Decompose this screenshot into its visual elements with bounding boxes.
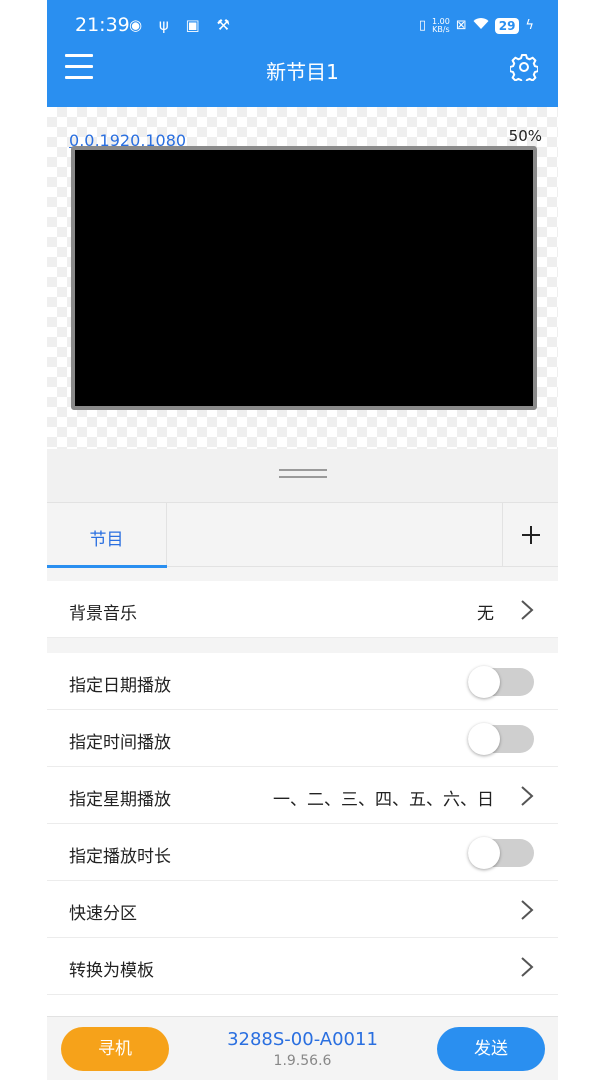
page-title: 新节目1 [266,60,339,84]
chevron-right-icon [521,786,534,806]
battery-indicator: 29 [494,17,520,34]
notification-icons: ◉ ψ ▣ ⚒ [129,16,236,34]
duration-play-row: 指定播放时长 [47,824,558,881]
chevron-right-icon [521,900,534,920]
quick-partition-row[interactable]: 快速分区 [47,881,558,938]
convert-template-row[interactable]: 转换为模板 [47,938,558,995]
header: 21:39 ◉ ψ ▣ ⚒ ▯ 1.00 KB/s ⊠ 29 ϟ 新节目1 [47,0,558,107]
wifi-icon [473,17,489,34]
time-play-row: 指定时间播放 [47,710,558,767]
tab-bar: 节目 [47,503,558,568]
send-button[interactable]: 发送 [437,1027,545,1071]
add-program-button[interactable] [502,503,558,567]
chevron-right-icon [521,957,534,977]
date-play-toggle[interactable] [468,666,534,698]
zoom-level: 50% [508,127,542,145]
app-bar: 新节目1 [47,48,558,90]
no-sim-icon: ⊠ [455,18,467,33]
bottom-bar: 寻机 3288S-00-A0011 1.9.56.6 发送 [47,1016,558,1080]
vibrate-icon: ▯ [418,18,426,33]
date-play-label: 指定日期播放 [69,676,171,696]
drag-handle-icon[interactable] [279,469,327,479]
week-play-row[interactable]: 指定星期播放 一、二、三、四、五、六、日 [47,767,558,824]
quick-partition-label: 快速分区 [69,904,137,924]
tab-active-indicator [47,565,167,568]
netspeed-unit: KB/s [432,24,450,34]
status-time: 21:39 [75,14,130,36]
week-play-value: 一、二、三、四、五、六、日 [273,790,494,810]
netspeed: 1.00 KB/s [432,17,450,34]
chevron-right-icon [521,600,534,620]
convert-template-label: 转换为模板 [69,961,154,981]
bg-music-value: 无 [477,604,494,624]
bg-music-label: 背景音乐 [69,604,137,624]
time-play-toggle[interactable] [468,723,534,755]
program-preview[interactable]: 0,0,1920,1080 50% [47,107,558,449]
bg-music-row[interactable]: 背景音乐 无 [47,581,558,638]
plus-icon-vertical [530,526,532,544]
status-right-icons: ▯ 1.00 KB/s ⊠ 29 ϟ [419,17,534,34]
status-bar: 21:39 ◉ ψ ▣ ⚒ ▯ 1.00 KB/s ⊠ 29 ϟ [47,14,558,42]
date-play-row: 指定日期播放 [47,653,558,710]
gear-icon[interactable] [508,53,540,85]
duration-play-label: 指定播放时长 [69,847,171,867]
charging-icon: ϟ [525,18,534,33]
duration-play-toggle[interactable] [468,837,534,869]
tab-program-label: 节目 [89,530,124,550]
week-play-label: 指定星期播放 [69,790,171,810]
app-screen: 21:39 ◉ ψ ▣ ⚒ ▯ 1.00 KB/s ⊠ 29 ϟ 新节目1 0,… [47,0,558,1080]
tab-program[interactable]: 节目 [47,503,167,568]
time-play-label: 指定时间播放 [69,733,171,753]
panel-drag-area[interactable] [47,449,558,503]
screen-canvas[interactable] [71,146,537,410]
